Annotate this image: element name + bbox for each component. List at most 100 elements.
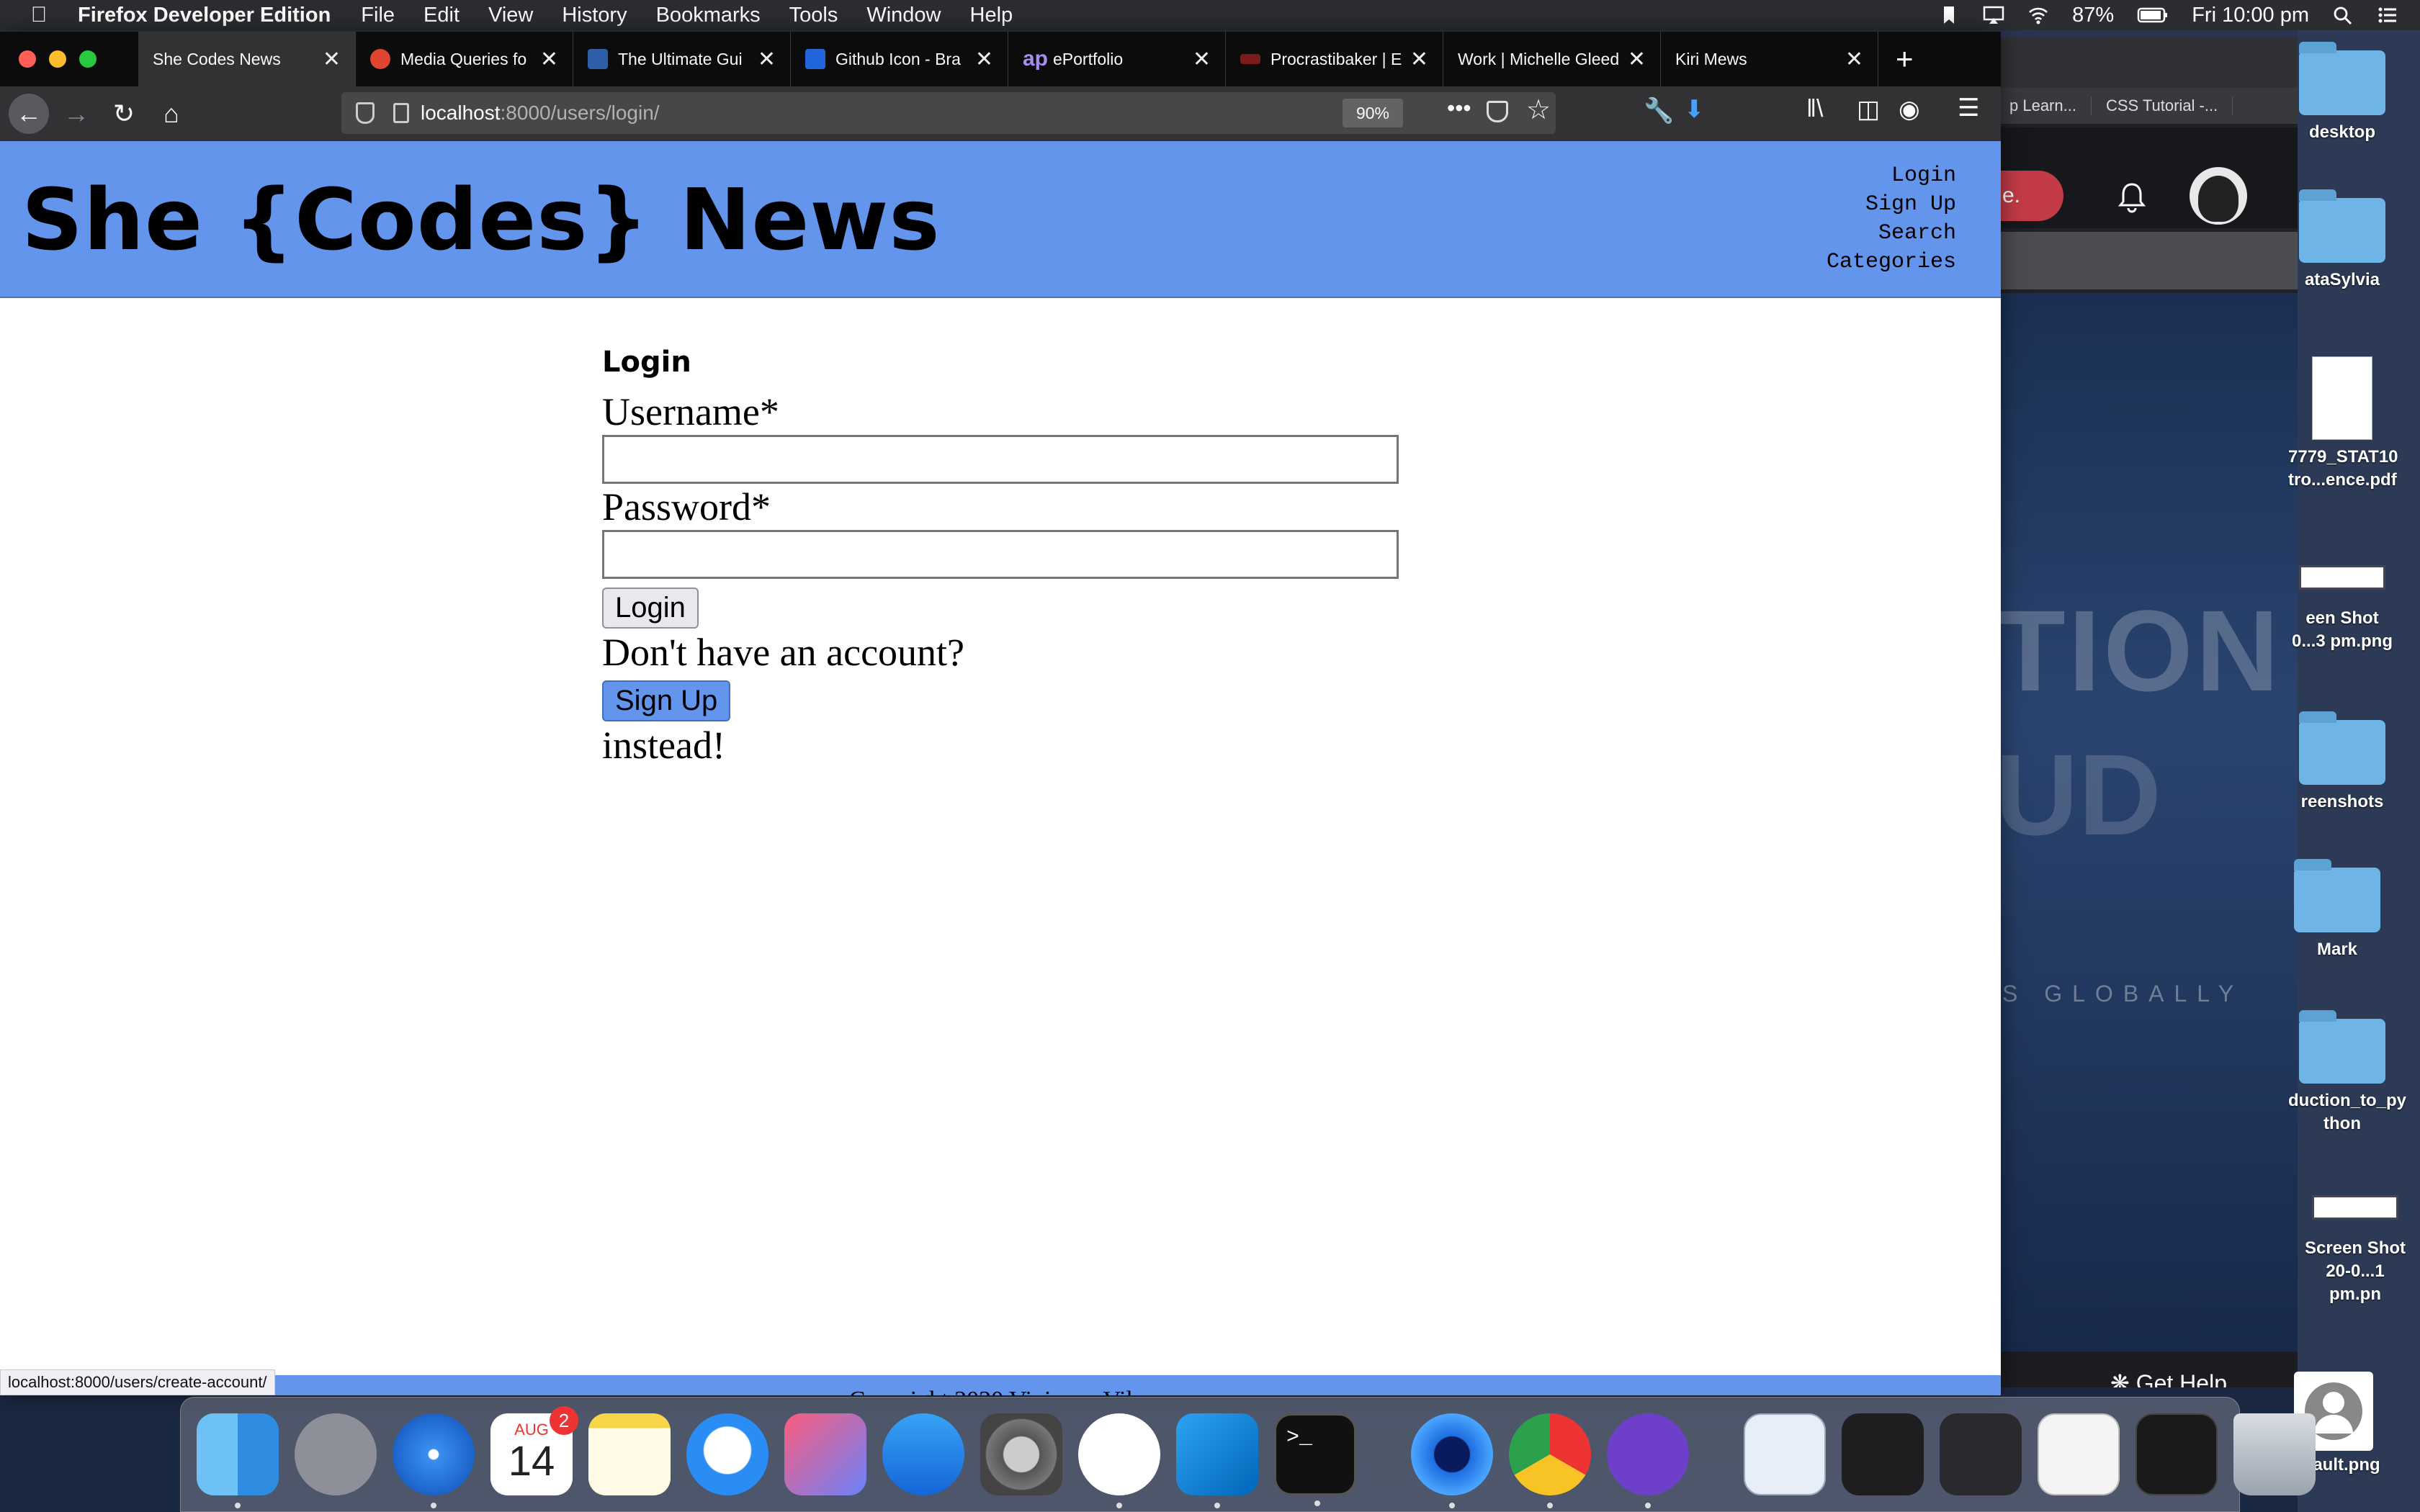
close-window-button[interactable] <box>19 50 36 68</box>
forward-button[interactable]: → <box>56 94 97 134</box>
spotlight-search-icon[interactable] <box>2332 5 2354 25</box>
desktop-icon[interactable]: ataSylvia <box>2288 189 2396 292</box>
desktop-icon[interactable]: reenshots <box>2288 711 2396 814</box>
menu-view[interactable]: View <box>488 4 533 27</box>
reload-button[interactable]: ↻ <box>104 94 144 134</box>
battery-icon[interactable] <box>2137 5 2169 25</box>
minimize-window-button[interactable] <box>49 50 66 68</box>
airplay-icon[interactable] <box>1983 5 2004 25</box>
sign-up-button[interactable]: Sign Up <box>602 680 731 721</box>
running-indicator <box>235 1503 241 1508</box>
calendar-icon[interactable]: AUG 14 2 <box>490 1406 578 1495</box>
launchpad-icon[interactable] <box>295 1413 377 1495</box>
app-menu[interactable]: Firefox Developer Edition <box>78 4 331 27</box>
firefox-developer-edition-icon[interactable] <box>1411 1413 1493 1508</box>
page-actions-menu-icon[interactable]: ••• <box>1447 95 1471 122</box>
home-button[interactable]: ⌂ <box>151 94 192 134</box>
tab-eportfolio[interactable]: ap ePortfolio ✕ <box>1008 32 1226 86</box>
menu-help[interactable]: Help <box>970 4 1013 27</box>
menu-history[interactable]: History <box>562 4 627 27</box>
music-icon[interactable] <box>784 1413 866 1495</box>
minimized-window-thumbnail[interactable] <box>2038 1413 2120 1495</box>
bookmark-status-icon[interactable] <box>1938 5 1960 25</box>
account-icon[interactable]: ◉ <box>1899 95 1920 124</box>
close-tab-icon[interactable]: ✕ <box>1845 47 1863 72</box>
close-tab-icon[interactable]: ✕ <box>1628 47 1646 72</box>
login-button[interactable]: Login <box>602 588 699 629</box>
password-input[interactable] <box>602 530 1399 579</box>
desktop-icon[interactable]: duction_to_py thon <box>2288 1010 2406 1135</box>
downloads-arrow-icon[interactable]: ⬇ <box>1684 95 1705 124</box>
finder-icon[interactable] <box>197 1413 279 1508</box>
app-store-icon[interactable] <box>882 1413 964 1495</box>
site-title[interactable]: She {Codes} News <box>22 170 941 269</box>
library-icon[interactable]: ‖\ <box>1806 95 1824 123</box>
menu-file[interactable]: File <box>361 4 395 27</box>
tab-github-icon[interactable]: Github Icon - Bra ✕ <box>791 32 1008 86</box>
wifi-icon[interactable] <box>2027 5 2049 25</box>
background-record-pill[interactable]: e. <box>1995 171 2063 221</box>
notification-center-icon[interactable] <box>2377 5 2398 25</box>
close-tab-icon[interactable]: ✕ <box>540 47 558 72</box>
vscode-icon[interactable] <box>1176 1413 1258 1508</box>
url-bar[interactable]: localhost:8000/users/login/ 90% ••• ☆ <box>341 92 1556 134</box>
nav-link-categories[interactable]: Categories <box>1827 248 1956 276</box>
close-tab-icon[interactable]: ✕ <box>1410 47 1428 72</box>
pocket-icon[interactable] <box>1487 101 1508 122</box>
close-tab-icon[interactable]: ✕ <box>323 47 341 72</box>
desktop-icon[interactable]: 7779_STAT10 tro...ence.pdf <box>2288 356 2398 492</box>
trash-icon[interactable] <box>2233 1413 2316 1495</box>
get-help-button[interactable]: ❋ Get Help <box>2110 1369 2227 1387</box>
hamburger-menu-icon[interactable]: ☰ <box>1958 94 1979 122</box>
zoom-level-button[interactable]: 90% <box>1343 99 1403 127</box>
page-info-icon[interactable] <box>393 103 409 123</box>
tab-media-queries[interactable]: Media Queries fo ✕ <box>356 32 573 86</box>
close-tab-icon[interactable]: ✕ <box>758 47 776 72</box>
bookmark-star-icon[interactable]: ☆ <box>1526 94 1551 126</box>
apple-menu-icon[interactable]:  <box>19 3 59 27</box>
desktop-icon[interactable]: een Shot 0...3 pm.png <box>2288 551 2396 653</box>
menu-window[interactable]: Window <box>866 4 941 27</box>
github-desktop-icon[interactable] <box>1607 1413 1689 1508</box>
menu-edit[interactable]: Edit <box>424 4 460 27</box>
sidebar-icon[interactable]: ◫ <box>1857 95 1880 124</box>
desktop-icon[interactable]: Screen Shot 20-0...1 pm.pn <box>2301 1181 2409 1306</box>
tracking-protection-shield-icon[interactable] <box>356 102 375 124</box>
system-preferences-icon[interactable] <box>980 1413 1062 1495</box>
minimized-window-thumbnail[interactable] <box>1940 1413 2022 1495</box>
tab-ultimate-guide[interactable]: The Ultimate Gui ✕ <box>573 32 791 86</box>
close-tab-icon[interactable]: ✕ <box>1193 47 1211 72</box>
minimized-window-thumbnail[interactable] <box>1744 1413 1826 1495</box>
menu-bookmarks[interactable]: Bookmarks <box>656 4 761 27</box>
safari-icon[interactable] <box>393 1413 475 1508</box>
chrome-icon[interactable] <box>1509 1413 1591 1508</box>
zoom-window-button[interactable] <box>79 50 97 68</box>
notes-icon[interactable] <box>588 1413 671 1495</box>
back-button[interactable]: ← <box>9 94 49 134</box>
nav-link-sign-up[interactable]: Sign Up <box>1827 190 1956 219</box>
minimized-window-thumbnail[interactable] <box>1842 1413 1924 1495</box>
tab-michelle-gleed[interactable]: Work | Michelle Gleed ✕ <box>1443 32 1661 86</box>
slack-icon[interactable] <box>1078 1413 1160 1508</box>
tab-procrastibaker[interactable]: Procrastibaker | E ✕ <box>1226 32 1443 86</box>
menu-tools[interactable]: Tools <box>789 4 838 27</box>
new-tab-plus-icon[interactable]: + <box>1896 42 1914 76</box>
background-tab[interactable]: p Learn... <box>1995 96 2092 115</box>
desktop-icon[interactable]: Mark <box>2283 859 2391 961</box>
nav-link-search[interactable]: Search <box>1827 219 1956 248</box>
avatar[interactable] <box>2190 167 2247 225</box>
minimized-window-thumbnail[interactable] <box>2136 1413 2218 1495</box>
terminal-icon[interactable]: >_ <box>1274 1413 1356 1506</box>
desktop-icon[interactable]: desktop <box>2288 42 2396 144</box>
tab-she-codes-news[interactable]: She Codes News ✕ <box>138 32 356 86</box>
nav-link-login[interactable]: Login <box>1827 161 1956 190</box>
username-input[interactable] <box>602 435 1399 484</box>
wrench-devtools-icon[interactable]: 🔧 <box>1644 96 1674 125</box>
messages-icon[interactable] <box>686 1413 768 1495</box>
menubar-clock[interactable]: Fri 10:00 pm <box>2192 4 2309 27</box>
tab-label: Kiri Mews <box>1675 49 1747 68</box>
close-tab-icon[interactable]: ✕ <box>975 47 993 72</box>
background-tab[interactable]: CSS Tutorial -... <box>2092 96 2233 115</box>
bell-icon[interactable] <box>2118 181 2146 213</box>
tab-kiri-mews[interactable]: Kiri Mews ✕ <box>1661 32 1878 86</box>
